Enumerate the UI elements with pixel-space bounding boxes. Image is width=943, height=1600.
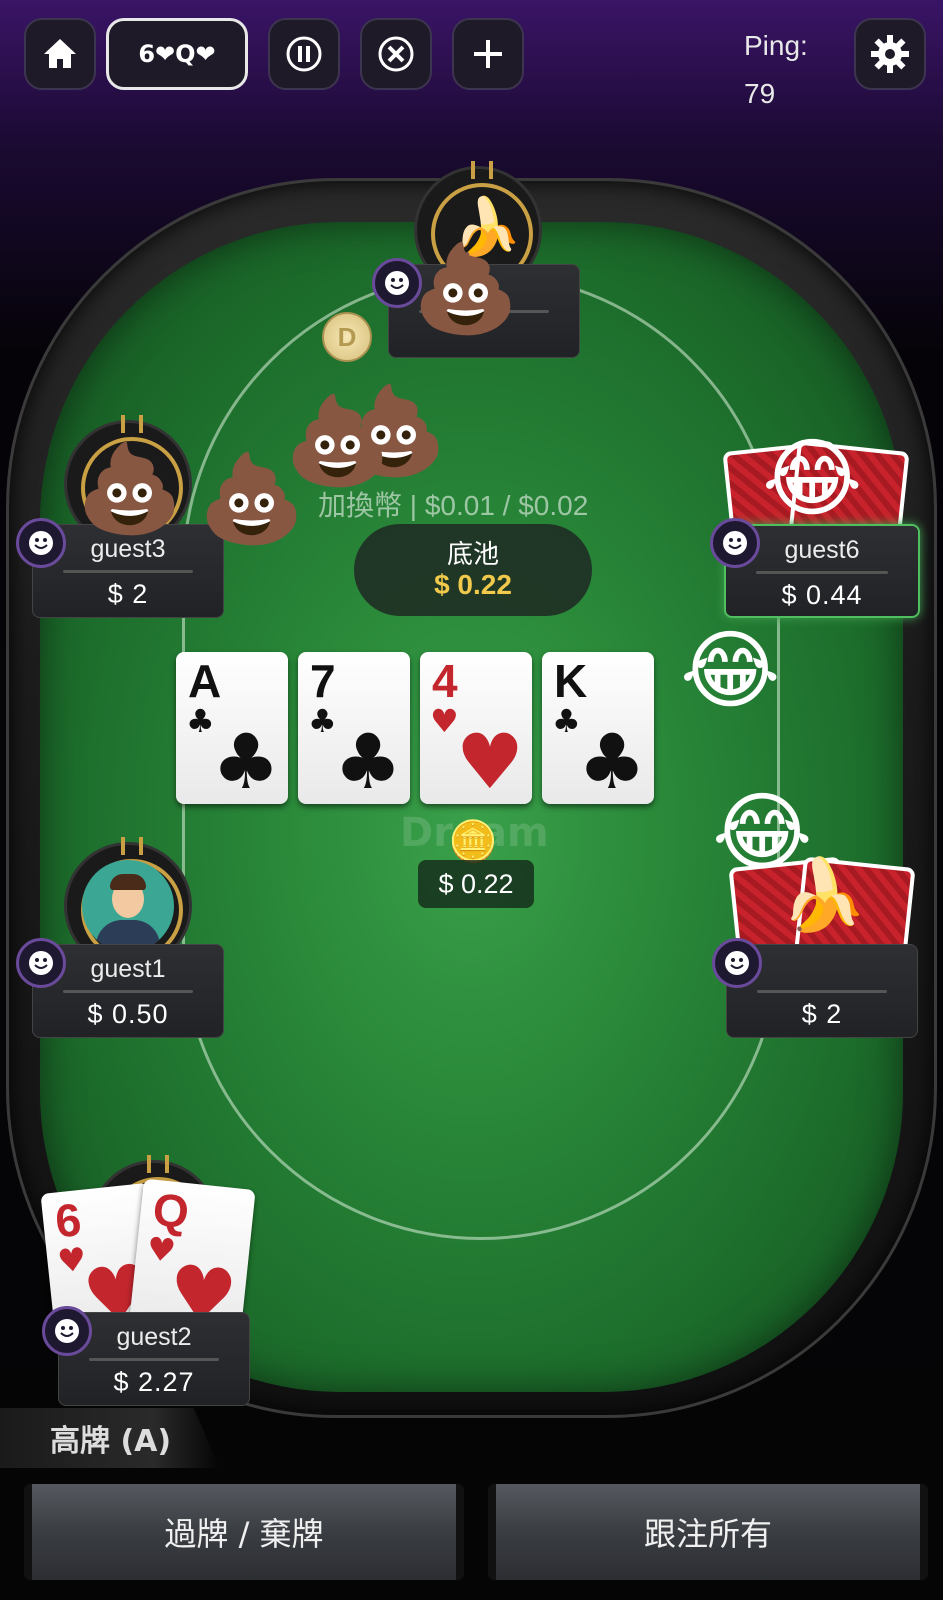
ping-label: Ping:: [744, 30, 808, 61]
player-stack: $ 0.50: [87, 999, 169, 1029]
chip-stack-icon: 🪙: [448, 819, 498, 865]
emote-button[interactable]: [712, 938, 762, 988]
dealer-button: D: [322, 312, 372, 362]
poop-emoji-icon: 💩: [198, 449, 306, 549]
gear-icon: [871, 35, 909, 73]
pot-display: 底池 $ 0.22: [354, 524, 592, 616]
timer-bar: [63, 570, 193, 573]
smiley-icon: [725, 951, 749, 975]
smiley-icon: [29, 951, 53, 975]
smiley-icon: [385, 271, 409, 295]
check-fold-label: 過牌 / 棄牌: [164, 1515, 324, 1553]
home-icon: [44, 39, 76, 68]
card-suit-icon: ♣: [577, 717, 646, 806]
call-any-label: 跟注所有: [643, 1515, 772, 1553]
add-table-button[interactable]: [452, 18, 524, 90]
card-rank: 4: [432, 655, 458, 707]
timer-bar: [757, 990, 887, 993]
timer-bar: [756, 571, 888, 574]
home-button[interactable]: [24, 18, 96, 90]
timer-bar: [63, 990, 193, 993]
smiley-icon: [29, 531, 53, 555]
laughing-emoji-icon: 😂: [680, 621, 781, 721]
ping-value: 79: [744, 78, 776, 109]
card-rank: K: [554, 655, 588, 707]
community-card: 7 ♣ ♣: [298, 652, 410, 804]
close-icon: [378, 36, 414, 72]
laughing-emoji-icon: 😂: [762, 429, 863, 529]
hand-rank-banner: 高牌 (A): [0, 1408, 220, 1468]
bet-amount: $ 0.22: [418, 860, 534, 908]
current-hand-button[interactable]: 6❤Q❤: [106, 18, 248, 90]
banana-emoji-icon: 🍌: [780, 854, 868, 936]
pot-amount: $ 0.22: [434, 569, 512, 600]
card-suit-icon: ♣: [308, 702, 337, 740]
pot-label: 底池: [446, 540, 499, 570]
card-suit-icon: ♥: [455, 717, 524, 806]
card-suit-icon: ♣: [552, 702, 581, 740]
player-stack: $ 2.27: [113, 1367, 195, 1397]
poop-emoji-icon: 💩: [76, 439, 184, 539]
card-suit-icon: ♥: [430, 702, 459, 740]
community-card: K ♣ ♣: [542, 652, 654, 804]
emote-button[interactable]: [16, 518, 66, 568]
person-avatar-icon: [82, 860, 174, 952]
pause-icon: [286, 36, 322, 72]
player-stack: $ 0.44: [781, 580, 863, 610]
current-hand-label: 6❤Q❤: [138, 40, 216, 68]
hand-rank-label: 高牌 (A): [50, 1424, 172, 1459]
smiley-icon: [55, 1319, 79, 1343]
leave-table-button[interactable]: [360, 18, 432, 90]
player-stack: $ 2: [107, 579, 149, 609]
smiley-icon: [723, 531, 747, 555]
card-rank: 7: [310, 655, 336, 707]
check-fold-button[interactable]: 過牌 / 棄牌: [24, 1484, 464, 1580]
card-suit-icon: ♣: [186, 702, 215, 740]
player-stack: $ 2: [801, 999, 843, 1029]
community-card: A ♣ ♣: [176, 652, 288, 804]
poop-emoji-icon: 💩: [412, 239, 520, 339]
community-card: 4 ♥ ♥: [420, 652, 532, 804]
emote-button[interactable]: [16, 938, 66, 988]
pause-button[interactable]: [268, 18, 340, 90]
card-rank: A: [188, 655, 222, 707]
emote-button[interactable]: [42, 1306, 92, 1356]
ping-indicator: Ping: 79: [744, 22, 808, 118]
plus-icon: [474, 40, 502, 68]
card-suit-icon: ♣: [211, 717, 280, 806]
settings-button[interactable]: [854, 18, 926, 90]
card-suit-icon: ♣: [333, 717, 402, 806]
emote-button[interactable]: [710, 518, 760, 568]
call-any-button[interactable]: 跟注所有: [488, 1484, 928, 1580]
timer-bar: [89, 1358, 219, 1361]
